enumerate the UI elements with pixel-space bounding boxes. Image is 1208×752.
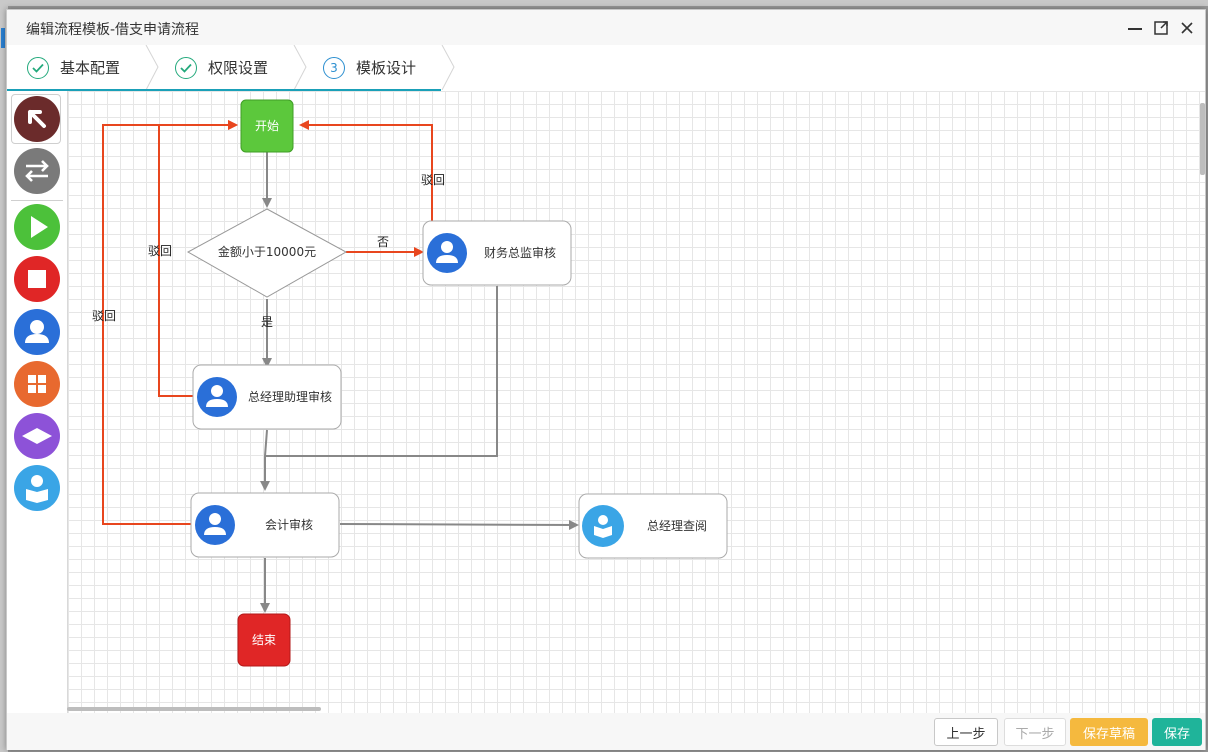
- edge-decision-no[interactable]: 否: [346, 235, 424, 257]
- step-label: 模板设计: [356, 59, 417, 77]
- edge-label-yes: 是: [261, 315, 273, 329]
- dialog-titlebar: 编辑流程模板-借支申请流程: [7, 10, 1205, 45]
- task-label: 财务总监审核: [484, 245, 556, 260]
- edge-accounting-reject[interactable]: 驳回: [92, 120, 238, 525]
- edge-accounting-to-gm[interactable]: [339, 519, 579, 530]
- save-draft-button[interactable]: 保存草稿: [1070, 718, 1148, 746]
- flow-diagram: 否 是 驳回 驳回 驳回 开始 金额小于10000元 财务总监审核 总经理助理审…: [92, 99, 728, 667]
- step-number: 3: [323, 56, 345, 79]
- edge-label-no: 否: [377, 235, 389, 249]
- edge-decision-yes[interactable]: 是: [261, 299, 273, 368]
- step-label: 基本配置: [60, 59, 121, 77]
- check-circle-icon: [175, 56, 197, 79]
- edge-label-reject: 驳回: [92, 309, 116, 323]
- edge-label-reject: 驳回: [421, 173, 445, 187]
- task-node-finance[interactable]: 财务总监审核: [422, 220, 572, 286]
- decision-node[interactable]: 金额小于10000元: [186, 208, 348, 298]
- task-node-accounting[interactable]: 会计审核: [190, 492, 340, 558]
- minimize-icon[interactable]: [1126, 19, 1144, 37]
- cc-node-gm[interactable]: 总经理查阅: [578, 493, 728, 559]
- step-basic-config[interactable]: 基本配置: [27, 45, 120, 90]
- reader-icon: [582, 505, 624, 547]
- edit-template-dialog: 编辑流程模板-借支申请流程 基本配置 权限设置 3 模板设计 否 是 驳回 驳回…: [6, 9, 1206, 750]
- close-icon[interactable]: [1178, 19, 1196, 37]
- next-step-button[interactable]: 下一步: [1004, 718, 1066, 746]
- check-circle-icon: [27, 56, 49, 79]
- save-button[interactable]: 保存: [1152, 718, 1202, 746]
- start-label: 开始: [255, 119, 279, 133]
- cc-label: 总经理查阅: [647, 519, 707, 533]
- task-label: 会计审核: [265, 517, 313, 532]
- backdrop: [0, 0, 1208, 6]
- step-template-design[interactable]: 3 模板设计: [323, 45, 416, 90]
- edge-assistant-to-accounting[interactable]: [260, 429, 270, 491]
- step-permissions[interactable]: 权限设置: [175, 45, 268, 90]
- task-label: 总经理助理审核: [248, 389, 332, 404]
- step-separator: [293, 45, 307, 90]
- maximize-icon[interactable]: [1152, 19, 1170, 37]
- decision-label: 金额小于10000元: [218, 244, 316, 259]
- dialog-title: 编辑流程模板-借支申请流程: [26, 22, 200, 38]
- prev-step-button[interactable]: 上一步: [934, 718, 998, 746]
- end-label: 结束: [252, 633, 276, 647]
- step-separator: [441, 45, 455, 90]
- start-node[interactable]: 开始: [240, 99, 294, 153]
- step-separator: [145, 45, 159, 90]
- task-node-assistant[interactable]: 总经理助理审核: [192, 364, 342, 430]
- step-label: 权限设置: [208, 59, 269, 77]
- edge-label-reject: 驳回: [148, 244, 172, 258]
- end-node[interactable]: 结束: [237, 613, 291, 667]
- designer-area: 否 是 驳回 驳回 驳回 开始 金额小于10000元 财务总监审核 总经理助理审…: [7, 91, 1205, 713]
- edge-finance-reject[interactable]: 驳回: [299, 120, 445, 221]
